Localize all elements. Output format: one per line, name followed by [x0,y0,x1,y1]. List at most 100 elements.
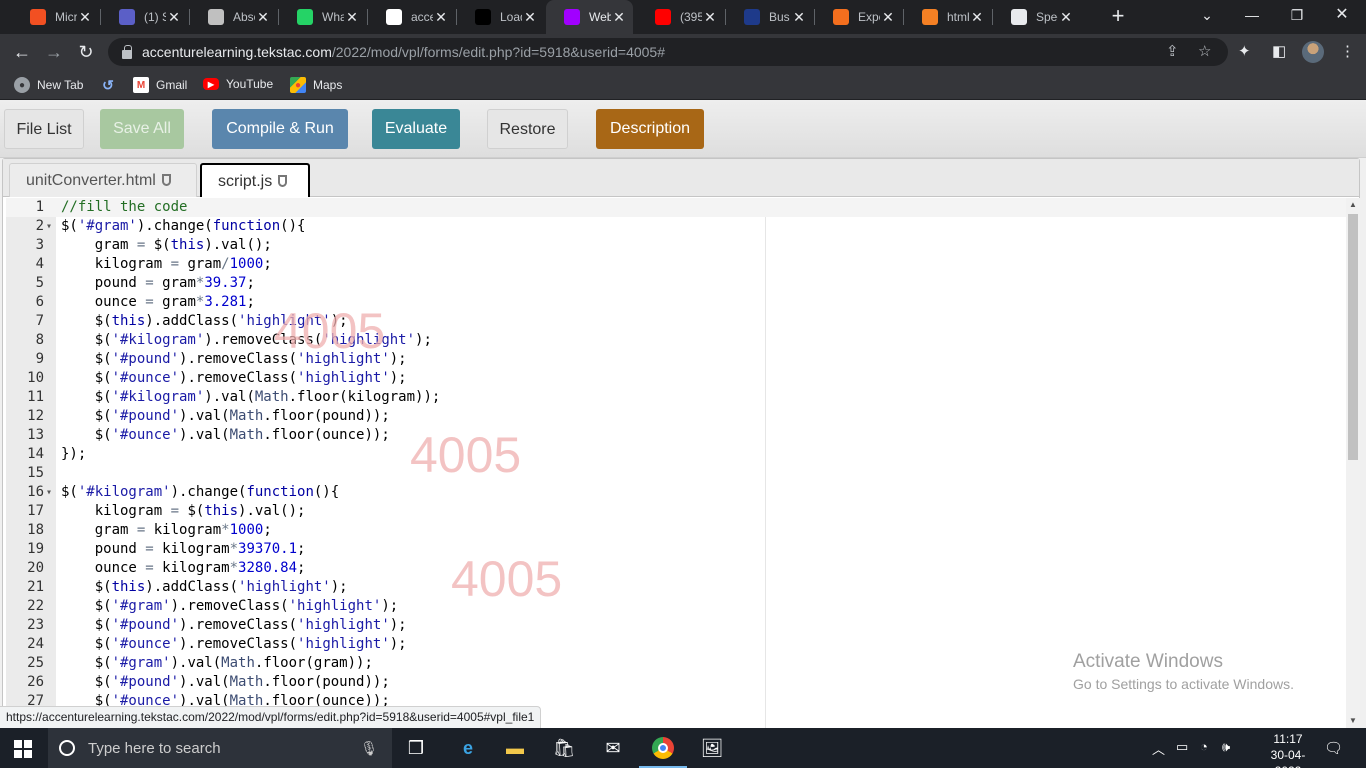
compile-run-button[interactable]: Compile & Run [212,109,348,149]
close-tab-icon[interactable]: ✕ [255,9,271,26]
close-tab-icon[interactable]: ✕ [969,9,985,26]
notification-icon[interactable]: 🗨 [1324,739,1343,757]
scrollbar-thumb[interactable] [1348,214,1358,460]
fold-arrow-icon[interactable]: ▾ [46,483,56,502]
bookmark-new-tab[interactable]: ● New Tab [14,77,83,93]
code-line[interactable]: 21 $(this).addClass('highlight'); [6,578,1346,597]
code-line[interactable]: 19 pound = kilogram*39370.1; [6,540,1346,559]
description-button[interactable]: Description [596,109,704,149]
fold-arrow-icon[interactable]: ▾ [46,217,56,236]
profile-avatar[interactable] [1302,41,1324,63]
restore-button[interactable]: Restore [487,109,568,149]
volume-icon[interactable]: 🕪 [1222,739,1230,755]
browser-tab[interactable]: Expe✕ [815,0,902,34]
side-panel-icon[interactable]: ◧ [1272,42,1286,60]
browser-tab[interactable]: accen✕ [368,0,455,34]
close-tab-icon[interactable]: ✕ [433,9,449,26]
file-list-button[interactable]: File List [4,109,84,149]
close-tab-icon[interactable]: ✕ [791,9,807,26]
browser-tab[interactable]: Spec✕ [993,0,1080,34]
code-line[interactable]: 3 gram = $(this).val(); [6,236,1346,255]
code-line[interactable]: 2 ▾ $('#gram').change(function(){ [6,217,1346,236]
browser-tab[interactable]: Micro✕ [12,0,99,34]
minimize-icon[interactable]: — [1230,0,1274,30]
code-line[interactable]: 18 gram = kilogram*1000; [6,521,1346,540]
windows-start-icon[interactable] [14,740,32,758]
forward-icon[interactable]: → [42,40,66,64]
code-line[interactable]: 15 [6,464,1346,483]
restore-icon[interactable]: ❐ [1275,0,1319,30]
tab-unitconverter-html[interactable]: unitConverter.html [9,163,197,197]
code-line[interactable]: 22 $('#gram').removeClass('highlight'); [6,597,1346,616]
save-all-button[interactable]: Save All [100,109,184,149]
code-editor[interactable]: 1//fill the code 2 ▾ $('#gram').change(func… [6,198,1360,728]
tab-script-js[interactable]: script.js [200,163,310,197]
browser-tab[interactable]: (3955✕ [637,0,724,34]
browser-tab[interactable]: Abso✕ [190,0,277,34]
close-tab-icon[interactable]: ✕ [702,9,718,26]
close-window-icon[interactable]: ✕ [1320,0,1364,30]
bookmark-history[interactable]: ↺ [100,77,123,93]
close-tab-icon[interactable]: ✕ [522,9,538,26]
code-line[interactable]: 4 kilogram = gram/1000; [6,255,1346,274]
code-line[interactable]: 8 $('#kilogram').removeClass('highlight'… [6,331,1346,350]
extensions-icon[interactable]: ✦ [1238,42,1251,60]
close-tab-icon[interactable]: ✕ [344,9,360,26]
task-view-icon[interactable]: ❒ [404,736,428,760]
code-line[interactable]: 20 ounce = kilogram*3280.84; [6,559,1346,578]
code-line[interactable]: 13 $('#ounce').val(Math.floor(ounce)); [6,426,1346,445]
code-line[interactable]: 16 ▾ $('#kilogram').change(function(){ [6,483,1346,502]
tray-chevron-icon[interactable]: ︿ [1152,739,1165,758]
browser-tab[interactable]: html ✕ [904,0,991,34]
tab-search-icon[interactable]: ⌄ [1185,0,1229,30]
code-line[interactable]: 1 //fill the code [6,198,1346,217]
url-text[interactable]: accenturelearning.tekstac.com/2022/mod/v… [142,44,665,60]
code-line[interactable]: 10 $('#ounce').removeClass('highlight'); [6,369,1346,388]
close-tab-icon[interactable]: ✕ [77,9,93,26]
code-line[interactable]: 12 $('#pound').val(Math.floor(pound)); [6,407,1346,426]
bookmark-gmail[interactable]: M Gmail [133,77,187,93]
bookmark-maps[interactable]: ● Maps [290,77,342,93]
browser-tab[interactable]: Bus T✕ [726,0,813,34]
browser-tab[interactable]: (1) Sa✕ [101,0,188,34]
evaluate-button[interactable]: Evaluate [372,109,460,149]
code-line[interactable]: 5 pound = gram*39.37; [6,274,1346,293]
microphone-icon[interactable]: 🎙 [360,740,378,757]
scroll-up-icon[interactable]: ▲ [1346,198,1360,212]
mail-icon[interactable]: ✉ [601,736,625,760]
new-tab-button[interactable]: + [1104,5,1132,29]
editor-scrollbar[interactable]: ▲ ▼ [1346,198,1360,728]
code-line[interactable]: 9 $('#pound').removeClass('highlight'); [6,350,1346,369]
browser-tab[interactable]: Web ✕ [546,0,633,34]
code-line[interactable]: 17 kilogram = $(this).val(); [6,502,1346,521]
address-bar[interactable]: accenturelearning.tekstac.com/2022/mod/v… [108,38,1228,66]
file-explorer-icon[interactable]: ▬ [503,736,527,760]
lock-icon[interactable] [122,44,132,59]
store-icon[interactable]: 🛍 [552,736,576,760]
reload-icon[interactable]: ↻ [74,40,98,64]
photos-icon[interactable]: 🖼 [700,736,724,760]
code-line[interactable]: 6 ounce = gram*3.281; [6,293,1346,312]
scroll-down-icon[interactable]: ▼ [1346,714,1360,728]
code-line[interactable]: 14}); [6,445,1346,464]
battery-icon[interactable]: ▭ [1176,739,1188,755]
edge-icon[interactable]: e [456,736,480,760]
code-line[interactable]: 7 $(this).addClass('highlight'); [6,312,1346,331]
share-icon[interactable]: ⇪ [1166,42,1179,60]
close-tab-icon[interactable]: ✕ [880,9,896,26]
chrome-icon[interactable] [639,736,687,768]
browser-tab[interactable]: What✕ [279,0,366,34]
bookmark-star-icon[interactable]: ☆ [1198,42,1211,60]
close-tab-icon[interactable]: ✕ [611,9,627,26]
close-tab-icon[interactable]: ✕ [1058,9,1074,26]
menu-kebab-icon[interactable]: ⋮ [1340,42,1355,60]
browser-tab[interactable]: Load✕ [457,0,544,34]
close-tab-icon[interactable]: ✕ [166,9,182,26]
back-icon[interactable]: ← [10,40,34,64]
code-line[interactable]: 23 $('#pound').removeClass('highlight'); [6,616,1346,635]
bookmark-youtube[interactable]: ▶ YouTube [203,77,273,91]
taskbar-clock[interactable]: 11:17 30-04-2022 [1259,731,1317,768]
code-line[interactable]: 11 $('#kilogram').val(Math.floor(kilogra… [6,388,1346,407]
taskbar-search[interactable]: Type here to search 🎙 [48,728,392,768]
wifi-icon[interactable]: ◔ [1200,739,1208,754]
